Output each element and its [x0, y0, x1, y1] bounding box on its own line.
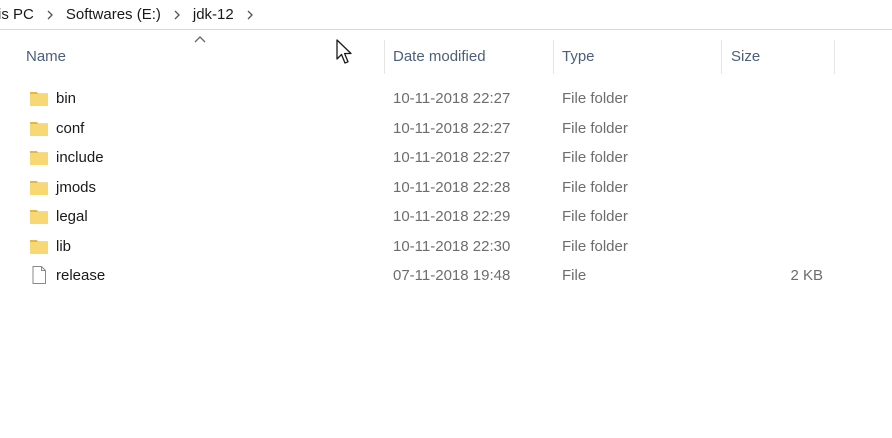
folder-icon	[30, 210, 48, 224]
folder-icon	[30, 121, 48, 136]
file-date-modified: 10-11-2018 22:27	[393, 149, 511, 166]
file-type: File folder	[562, 149, 628, 166]
breadcrumb-softwares-drive[interactable]: Softwares (E:)	[63, 4, 164, 25]
folder-icon	[30, 151, 48, 165]
file-type: File folder	[562, 90, 628, 107]
file-row[interactable]: jmods 10-11-2018 22:28 File folder	[0, 173, 892, 203]
column-header-name[interactable]: Name	[26, 40, 66, 74]
file-row[interactable]: legal 10-11-2018 22:29 File folder	[0, 202, 892, 232]
file-name: bin	[56, 90, 77, 107]
breadcrumb-this-pc[interactable]: is PC	[0, 4, 37, 25]
chevron-right-icon[interactable]	[173, 10, 181, 20]
column-header-date-modified[interactable]: Date modified	[393, 40, 486, 74]
file-date-modified: 10-11-2018 22:29	[393, 208, 511, 225]
file-size	[722, 232, 823, 262]
file-type: File folder	[562, 237, 628, 255]
file-size: 2 KB	[790, 267, 823, 284]
file-size	[722, 202, 823, 232]
chevron-right-icon[interactable]	[246, 10, 254, 20]
file-row[interactable]: conf 10-11-2018 22:27 File folder	[0, 114, 892, 144]
file-size	[722, 114, 823, 144]
file-name: lib	[56, 237, 72, 255]
file-type: File folder	[562, 178, 628, 196]
column-divider[interactable]	[721, 40, 722, 74]
column-header-size[interactable]: Size	[731, 40, 760, 74]
file-explorer-window: is PC Softwares (E:) jdk-12 Name Date mo…	[0, 0, 892, 438]
file-type: File folder	[562, 119, 628, 137]
breadcrumb-jdk-12[interactable]: jdk-12	[190, 4, 237, 25]
folder-icon	[30, 239, 48, 254]
file-type: File	[562, 267, 587, 284]
column-divider[interactable]	[384, 40, 385, 74]
folder-icon	[30, 180, 48, 195]
folder-icon	[30, 92, 48, 106]
file-date-modified: 07-11-2018 19:48	[393, 267, 511, 284]
file-icon	[32, 266, 46, 284]
file-date-modified: 10-11-2018 22:28	[393, 178, 511, 196]
sort-ascending-icon	[194, 36, 206, 43]
file-row[interactable]: bin 10-11-2018 22:27 File folder	[0, 84, 892, 114]
file-size	[722, 84, 823, 114]
file-name: release	[56, 267, 106, 284]
column-divider[interactable]	[834, 40, 835, 74]
file-row[interactable]: include 10-11-2018 22:27 File folder	[0, 143, 892, 173]
file-date-modified: 10-11-2018 22:30	[393, 237, 511, 255]
column-divider[interactable]	[553, 40, 554, 74]
file-name: jmods	[56, 178, 97, 196]
column-header-type[interactable]: Type	[562, 40, 595, 74]
file-size	[722, 143, 823, 173]
file-row[interactable]: release 07-11-2018 19:48 File 2 KB	[0, 261, 892, 291]
address-bar[interactable]: is PC Softwares (E:) jdk-12	[0, 0, 892, 30]
column-header-row: Name Date modified Type Size	[0, 36, 892, 74]
chevron-right-icon[interactable]	[46, 10, 54, 20]
file-date-modified: 10-11-2018 22:27	[393, 119, 511, 137]
mouse-cursor-icon	[336, 39, 352, 64]
file-size	[722, 173, 823, 203]
file-name: legal	[56, 208, 88, 225]
file-name: include	[56, 149, 104, 166]
file-date-modified: 10-11-2018 22:27	[393, 90, 511, 107]
file-row[interactable]: lib 10-11-2018 22:30 File folder	[0, 232, 892, 262]
file-name: conf	[56, 119, 85, 137]
file-type: File folder	[562, 208, 628, 225]
file-list: bin 10-11-2018 22:27 File folder conf 10…	[0, 84, 892, 291]
